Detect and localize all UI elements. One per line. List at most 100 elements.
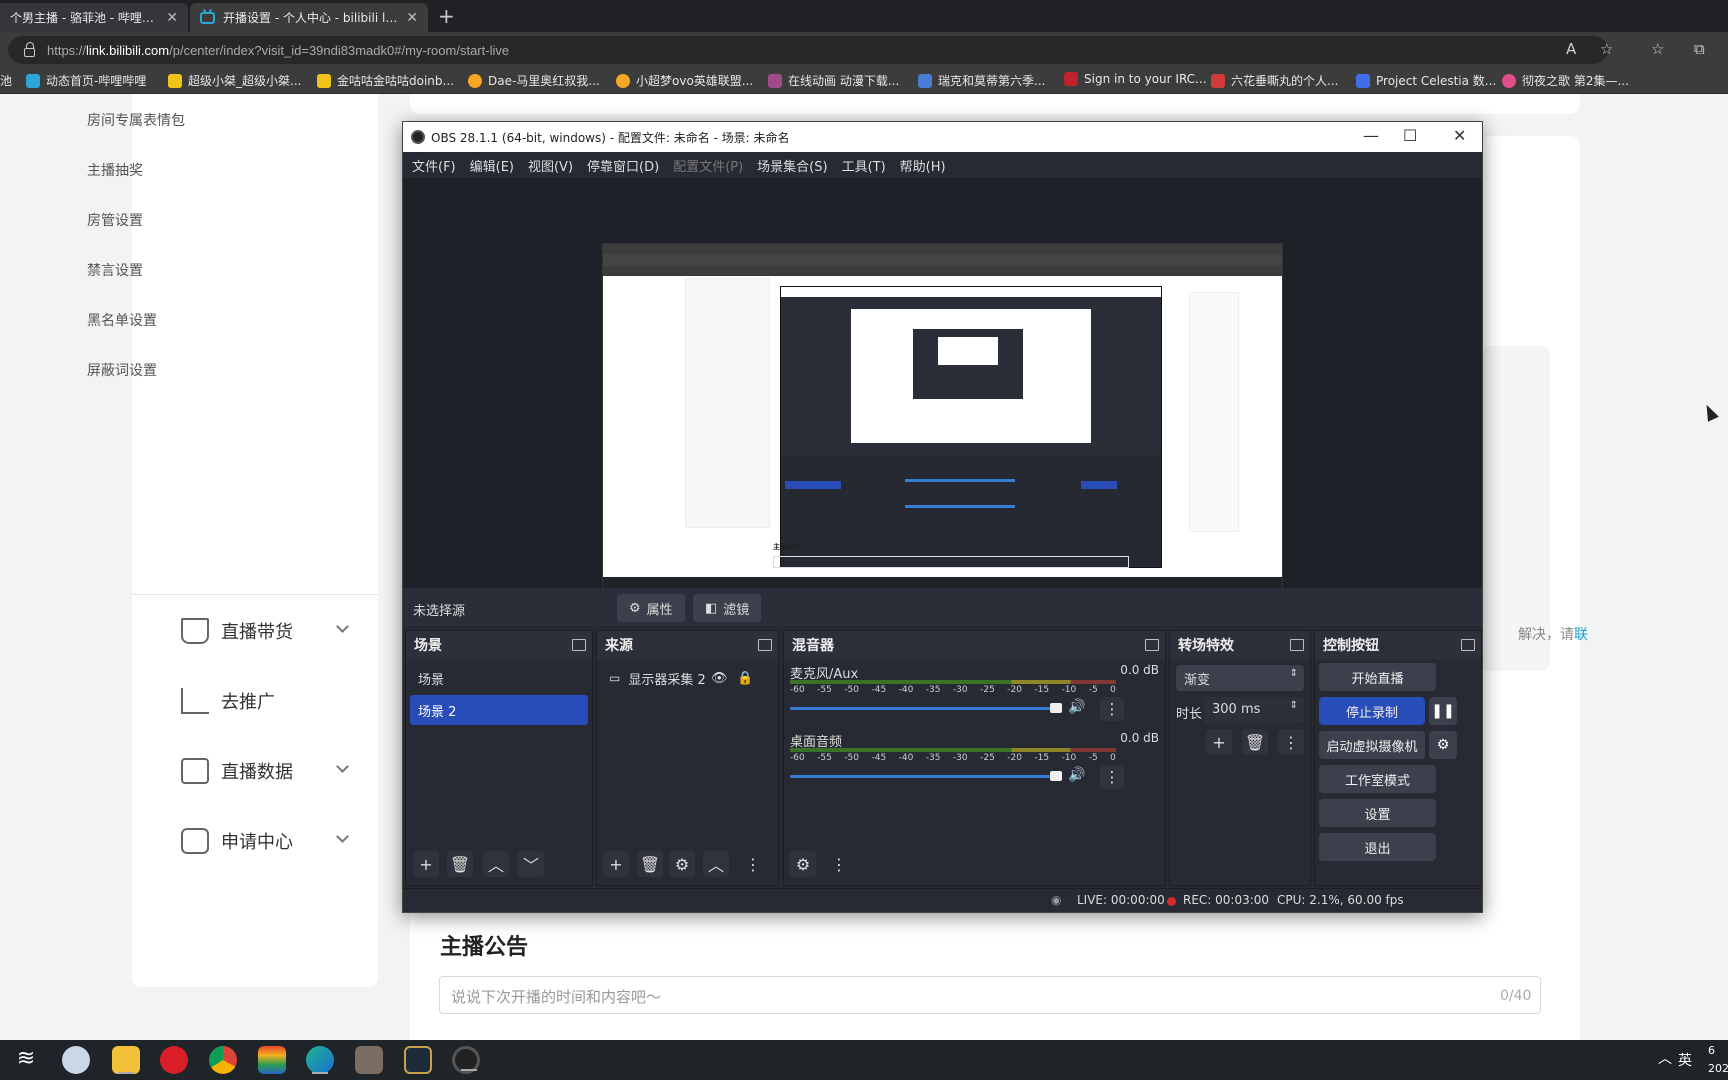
bookmark-item[interactable]: Project Celestia 数... bbox=[1356, 72, 1496, 89]
undock-icon[interactable] bbox=[1461, 639, 1475, 651]
trash-icon[interactable]: 🗑 bbox=[447, 851, 473, 877]
sidebar-group-apply-center[interactable]: 申请中心 bbox=[181, 828, 293, 854]
clock[interactable]: 6 202 bbox=[1708, 1042, 1728, 1078]
menu-help[interactable]: 帮助(H) bbox=[900, 156, 946, 175]
speaker-icon[interactable]: 🔊 bbox=[1068, 767, 1085, 783]
source-item[interactable]: ▭ 显示器采集 2 👁 🔒 bbox=[601, 663, 771, 693]
url-field[interactable]: https://link.bilibili.com/p/center/index… bbox=[8, 36, 1608, 64]
exit-button[interactable]: 退出 bbox=[1319, 833, 1436, 861]
stop-recording-button[interactable]: 停止录制 bbox=[1319, 697, 1425, 725]
game-icon[interactable] bbox=[355, 1046, 383, 1074]
add-icon[interactable]: + bbox=[603, 851, 629, 877]
sidebar-item-blacklist[interactable]: 黑名单设置 bbox=[87, 310, 157, 330]
bookmark-item[interactable]: Sign in to your IRC... bbox=[1064, 72, 1207, 86]
app-icon[interactable] bbox=[62, 1046, 90, 1074]
favorites-icon[interactable]: ☆ bbox=[1651, 40, 1664, 58]
undock-icon[interactable] bbox=[758, 639, 772, 651]
sidebar-group-live-data[interactable]: 直播数据 bbox=[181, 758, 293, 784]
gear-icon[interactable]: ⚙ bbox=[669, 851, 695, 877]
add-icon[interactable]: + bbox=[413, 851, 439, 877]
more-icon[interactable]: ⋮ bbox=[745, 851, 761, 877]
undock-icon[interactable] bbox=[1145, 639, 1159, 651]
undock-icon[interactable] bbox=[1290, 639, 1304, 651]
menu-scene-collection[interactable]: 场景集合(S) bbox=[757, 156, 827, 175]
chevron-down-icon[interactable]: ﹀ bbox=[518, 851, 544, 877]
url-text[interactable]: https://link.bilibili.com/p/center/index… bbox=[47, 43, 509, 58]
filters-button[interactable]: ◧ 滤镜 bbox=[693, 594, 762, 622]
close-icon[interactable]: ✕ bbox=[1453, 126, 1466, 145]
sidebar-item-lottery[interactable]: 主播抽奖 bbox=[87, 160, 143, 180]
more-icon[interactable]: ⋮ bbox=[1100, 697, 1124, 721]
bookmark-item[interactable]: Dae-马里奥红叔我... bbox=[468, 72, 600, 89]
lock-icon[interactable]: 🔒 bbox=[737, 671, 753, 686]
maximize-icon[interactable]: ☐ bbox=[1403, 126, 1417, 145]
chrome-icon[interactable] bbox=[209, 1046, 237, 1074]
bookmark-item[interactable]: 超级小桀_超级小桀... bbox=[168, 72, 301, 89]
close-icon[interactable]: ✕ bbox=[166, 10, 178, 26]
more-icon[interactable]: ⋮ bbox=[826, 851, 852, 877]
ime-indicator[interactable]: 英 bbox=[1678, 1050, 1692, 1070]
menu-view[interactable]: 视图(V) bbox=[528, 156, 573, 175]
sidebar-group-promote[interactable]: 去推广 bbox=[181, 688, 275, 714]
edge-icon[interactable] bbox=[306, 1046, 334, 1074]
bookmark-item[interactable]: 金咕咕金咕咕doinb... bbox=[317, 72, 454, 89]
scene-item[interactable]: 场景 bbox=[410, 663, 588, 693]
speaker-icon[interactable]: 🔊 bbox=[1068, 699, 1085, 715]
advanced-audio-gear-icon[interactable]: ⚙ bbox=[790, 851, 816, 877]
obs-titlebar[interactable]: OBS 28.1.1 (64-bit, windows) - 配置文件: 未命名… bbox=[403, 122, 1482, 152]
collections-icon[interactable]: ⧉ bbox=[1694, 40, 1705, 58]
studio-mode-button[interactable]: 工作室模式 bbox=[1319, 765, 1436, 793]
menu-tools[interactable]: 工具(T) bbox=[842, 156, 886, 175]
sidebar-group-live-commerce[interactable]: 直播带货 bbox=[181, 618, 293, 644]
more-icon[interactable]: ⋮ bbox=[1278, 729, 1304, 755]
obs-icon[interactable] bbox=[452, 1046, 480, 1074]
gear-icon[interactable]: ⚙ bbox=[1429, 731, 1457, 759]
pause-icon[interactable]: ❚❚ bbox=[1429, 697, 1457, 725]
bookmark-item[interactable]: 彻夜之歌 第2集—... bbox=[1502, 72, 1629, 89]
close-icon[interactable]: ✕ bbox=[406, 10, 418, 26]
chevron-up-icon[interactable]: ︿ bbox=[703, 851, 729, 877]
sidebar-item-mute[interactable]: 禁言设置 bbox=[87, 260, 143, 280]
netease-music-icon[interactable] bbox=[160, 1046, 188, 1074]
duration-input[interactable]: 300 ms ⇕ bbox=[1204, 697, 1304, 723]
settings-button[interactable]: 设置 bbox=[1319, 799, 1436, 827]
bookmark-item[interactable]: 池 bbox=[0, 72, 12, 89]
bookmark-item[interactable]: 在线动画 动漫下载... bbox=[768, 72, 899, 89]
preview-area[interactable]: 主播公告 bbox=[403, 178, 1482, 626]
preview-canvas[interactable]: 主播公告 bbox=[602, 243, 1283, 626]
desktop-volume-slider[interactable] bbox=[790, 771, 1062, 781]
sidebar-item-emoji-pack[interactable]: 房间专属表情包 bbox=[87, 110, 185, 130]
bookmark-item[interactable]: 小超梦ovo英雄联盟... bbox=[616, 72, 753, 89]
league-icon[interactable] bbox=[404, 1046, 432, 1074]
lock-icon[interactable] bbox=[24, 41, 35, 57]
add-icon[interactable]: + bbox=[1206, 729, 1232, 755]
favorite-add-icon[interactable]: ☆ bbox=[1600, 40, 1613, 58]
read-aloud-icon[interactable]: A bbox=[1566, 40, 1576, 58]
trash-icon[interactable]: 🗑 bbox=[1242, 729, 1268, 755]
menu-edit[interactable]: 编辑(E) bbox=[470, 156, 514, 175]
properties-button[interactable]: ⚙ 属性 bbox=[617, 594, 685, 622]
scene-item-selected[interactable]: 场景 2 bbox=[410, 695, 588, 725]
spin-icon[interactable]: ⇕ bbox=[1290, 700, 1298, 711]
file-explorer-icon[interactable] bbox=[112, 1046, 140, 1074]
bookmark-item[interactable]: 动态首页-哔哩哔哩 bbox=[26, 72, 146, 89]
start-virtual-camera-button[interactable]: 启动虚拟摄像机 bbox=[1319, 731, 1425, 759]
sidebar-item-room-admin[interactable]: 房管设置 bbox=[87, 210, 143, 230]
minimize-icon[interactable]: — bbox=[1363, 126, 1379, 145]
mic-volume-slider[interactable] bbox=[790, 703, 1062, 713]
more-icon[interactable]: ⋮ bbox=[1100, 765, 1124, 789]
tab-streamer[interactable]: 个男主播 - 骆菲池 - 哔哩哔哩直 ✕ bbox=[0, 3, 188, 32]
new-tab-button[interactable]: + bbox=[438, 4, 455, 28]
transition-select[interactable]: 渐变 ⇕ bbox=[1176, 665, 1304, 691]
eye-icon[interactable]: 👁 bbox=[711, 671, 728, 686]
menu-file[interactable]: 文件(F) bbox=[412, 156, 456, 175]
menu-docks[interactable]: 停靠窗口(D) bbox=[587, 156, 659, 175]
tab-start-live-settings[interactable]: 开播设置 - 个人中心 - bilibili link ✕ bbox=[190, 3, 428, 32]
menu-profile[interactable]: 配置文件(P) bbox=[673, 156, 743, 175]
sidebar-item-blocked-words[interactable]: 屏蔽词设置 bbox=[87, 360, 157, 380]
bluestacks-icon[interactable] bbox=[258, 1046, 286, 1074]
start-streaming-button[interactable]: 开始直播 bbox=[1319, 663, 1436, 691]
undock-icon[interactable] bbox=[572, 639, 586, 651]
bookmark-item[interactable]: 六花垂嘶丸的个人... bbox=[1211, 72, 1338, 89]
start-icon[interactable]: ≋ bbox=[12, 1046, 40, 1074]
